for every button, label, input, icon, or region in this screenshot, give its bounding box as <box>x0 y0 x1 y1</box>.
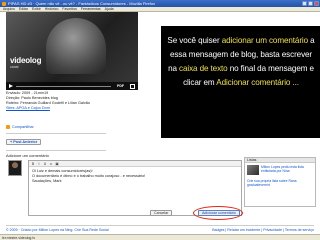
sidebar-widget: Listas Milton Lopes pediu esta lista ent… <box>244 157 316 207</box>
comment-textarea[interactable]: Oi Luiz e demais consumidores(as)! O doc… <box>29 167 241 186</box>
video-pdf-label[interactable]: PDF <box>117 84 124 88</box>
comment-text-line: Saudações, Mark <box>32 179 62 183</box>
menu-item-arquivo[interactable]: Arquivo <box>3 7 15 11</box>
divider <box>6 150 106 151</box>
instruction-overlay: Se você quiser adicionar um comentário a… <box>161 26 320 138</box>
video-frame-image <box>46 18 106 74</box>
video-player[interactable]: videolog canal PDF <box>6 12 138 90</box>
menu-item-favoritos[interactable]: Favoritos <box>62 7 76 11</box>
link-icon[interactable]: ∞ <box>49 162 53 166</box>
share-icon <box>6 125 10 129</box>
page-footer: © 2009 · Criado por Milton Lopes na Ning… <box>6 225 314 232</box>
underline-icon[interactable]: U <box>43 162 47 166</box>
divider <box>6 133 106 134</box>
overlay-highlight: caixa de texto <box>179 64 228 73</box>
firefox-icon <box>2 1 6 6</box>
overlay-highlight: adicionar um comentário <box>221 36 309 45</box>
share-link[interactable]: Compartilhar <box>6 125 34 129</box>
overlay-highlight: Adicionar comentário ... <box>216 78 299 87</box>
widget-entry[interactable]: Milton Lopes pediu esta lista entitulada… <box>245 163 315 177</box>
menu-item-exibir[interactable]: Exibir <box>32 7 41 11</box>
window-titlebar: PIPAS HD #3 · Quem não vê...ou vê? - Fan… <box>0 0 320 7</box>
footer-left[interactable]: © 2009 · Criado por Milton Lopes na Ning… <box>6 227 109 232</box>
meta-line[interactable]: Sites: APOA e Cajoo Dom <box>6 106 156 111</box>
video-logo-subtext: canal <box>10 65 19 69</box>
menu-item-ajuda[interactable]: Ajuda <box>105 7 114 11</box>
avatar <box>8 160 22 176</box>
comment-editor[interactable]: B I U ∞ ▣ Oi Luiz e demais consumidores(… <box>28 160 242 216</box>
video-logo: videolog <box>10 56 42 65</box>
italic-icon[interactable]: I <box>37 162 41 166</box>
video-controls: PDF <box>6 82 138 90</box>
widget-entry[interactable]: Crie sua própria lista sobre Rana gradua… <box>245 177 315 189</box>
previous-post-button[interactable]: + Post Anterior <box>6 139 42 145</box>
cancel-button[interactable]: Cancelar <box>150 210 173 216</box>
widget-entry-text[interactable]: Milton Lopes pediu esta lista entitulada… <box>261 165 313 175</box>
window-controls <box>302 1 319 6</box>
share-label: Compartilhar <box>12 125 34 129</box>
close-icon[interactable] <box>314 1 319 6</box>
image-icon[interactable]: ▣ <box>55 162 59 166</box>
overlay-text-part: Se você quiser <box>167 36 222 45</box>
bold-icon[interactable]: B <box>31 162 35 166</box>
minimize-icon[interactable] <box>302 1 307 6</box>
fullscreen-icon[interactable] <box>130 83 135 89</box>
video-progress-bar[interactable] <box>16 85 111 87</box>
widget-thumbnail <box>247 165 259 175</box>
footer-right[interactable]: Badges | Relatar um incidente | Privacid… <box>212 227 314 232</box>
add-comment-button[interactable]: Adicionar comentário <box>198 210 240 216</box>
widget-entry-text[interactable]: Crie sua própria lista sobre Rana gradua… <box>247 179 313 187</box>
overlay-text: Se você quiser adicionar um comentário a… <box>167 34 315 90</box>
comment-heading: Adicione um comentário <box>6 153 49 158</box>
maximize-icon[interactable] <box>308 1 313 6</box>
play-icon[interactable] <box>9 83 13 88</box>
status-bar: ler.mestre.videolog.tv <box>0 234 320 240</box>
menu-item-editar[interactable]: Editar <box>19 7 28 11</box>
menu-item-ferramentas[interactable]: Ferramentas <box>81 7 101 11</box>
post-metadata: Enviado: 2009 - 21min19 Direção: Paulo B… <box>6 91 156 111</box>
window-title: PIPAS HD #3 · Quem não vê...ou vê? - Fan… <box>8 1 156 6</box>
menu-item-historico[interactable]: Histórico <box>45 7 59 11</box>
